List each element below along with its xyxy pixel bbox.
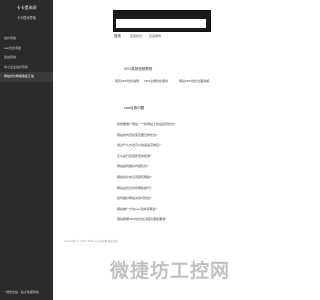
search-engine-tabs: 百度 搜狗 谷歌 360: [116, 11, 187, 28]
section-title-questions: seo经典问题: [124, 106, 145, 110]
watermark: 微捷坊工控网: [110, 260, 231, 282]
hot-word-1[interactable]: 百度推荐: [149, 34, 161, 38]
question-item[interactable]: 网站根据SEO优化的过程有哪些要素?: [117, 214, 237, 225]
sidebar-item-4[interactable]: 网站优化教程收集汇编: [0, 72, 53, 82]
site-title[interactable]: 卡卡提米网: [0, 5, 53, 11]
search-input[interactable]: [116, 19, 206, 28]
question-item[interactable]: 我想要推广网站一个新网站上线后如何优化?: [117, 119, 237, 130]
video-link-1[interactable]: SEO全网优化服务: [144, 79, 168, 83]
sidebar-item-1[interactable]: seo优化导航: [0, 44, 53, 54]
hot-word-0[interactable]: 百度优化: [130, 34, 142, 38]
question-list: 我想要推广网站一个新网站上线后如何优化? 网站的内页和首页要怎样优化? 通过什么…: [117, 119, 237, 225]
video-link-2[interactable]: 网站SEO优化全面讲解: [179, 79, 209, 83]
video-link-0[interactable]: 网页SEO优化编辑: [115, 79, 139, 83]
sidebar: 卡卡提米网 卡卡提米导航 站长导航 seo优化导航 建站导航 中小企业站长导航 …: [0, 0, 53, 300]
page-footer: Copyright © 2017-2018 卡卡提米网 版权所有: [64, 240, 119, 243]
question-item[interactable]: 网站的内页和首页要怎样优化?: [117, 130, 237, 141]
sidebar-item-0[interactable]: 站长导航: [0, 34, 53, 44]
question-item[interactable]: 网站如何做好内容优化?: [117, 161, 237, 172]
site-subtitle[interactable]: 卡卡提米导航: [0, 15, 53, 20]
sidebar-footer[interactable]: 一键搜全站 · 站点地图导航: [3, 290, 53, 294]
sidebar-item-2[interactable]: 建站导航: [0, 53, 53, 63]
question-item[interactable]: 怎么提升百度搜索的权重?: [117, 151, 237, 162]
question-item[interactable]: 网站推广方法seo具体有哪些?: [117, 204, 237, 215]
search-panel: 百度 搜狗 谷歌 360: [113, 10, 211, 32]
hot-words: 百度优化 百度推荐: [130, 34, 167, 38]
sidebar-item-3[interactable]: 中小企业站长导航: [0, 63, 53, 73]
sidebar-nav: 站长导航 seo优化导航 建站导航 中小企业站长导航 网站优化教程收集汇编: [0, 34, 53, 82]
question-item[interactable]: 通过什么方法可以快速提高排名?: [117, 140, 237, 151]
question-item[interactable]: 网站优化常见问题有哪些?: [117, 172, 237, 183]
question-item[interactable]: 如何做好网站关键词优化?: [117, 193, 237, 204]
search-button[interactable]: 搜索: [114, 34, 121, 39]
section-title-videos: SEO推荐视频教程: [124, 67, 153, 71]
question-item[interactable]: 网站在优化时有哪些技巧?: [117, 183, 237, 194]
